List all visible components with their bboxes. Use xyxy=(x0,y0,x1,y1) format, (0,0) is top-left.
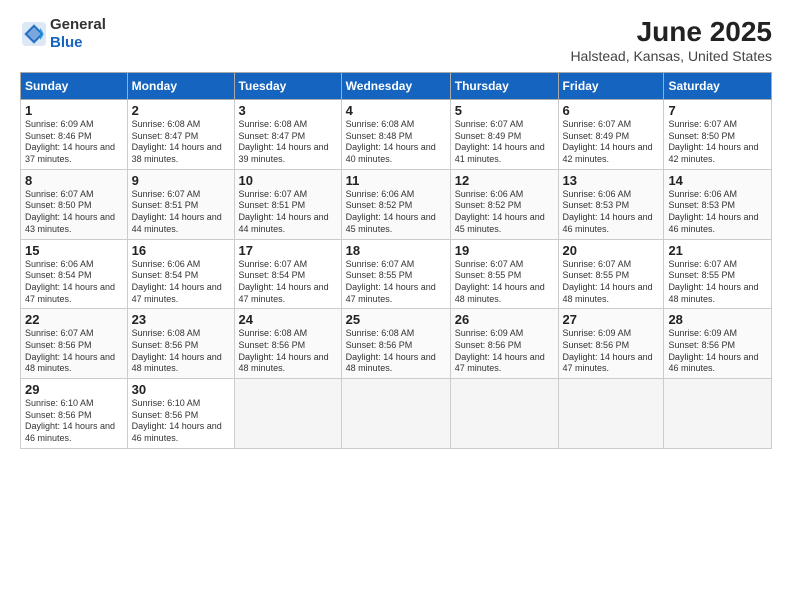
table-row: 8Sunrise: 6:07 AMSunset: 8:50 PMDaylight… xyxy=(21,169,128,239)
table-row: 26Sunrise: 6:09 AMSunset: 8:56 PMDayligh… xyxy=(450,309,558,379)
month-title: June 2025 xyxy=(570,16,772,48)
table-row: 18Sunrise: 6:07 AMSunset: 8:55 PMDayligh… xyxy=(341,239,450,309)
table-row: 7Sunrise: 6:07 AMSunset: 8:50 PMDaylight… xyxy=(664,100,772,170)
table-row: 9Sunrise: 6:07 AMSunset: 8:51 PMDaylight… xyxy=(127,169,234,239)
table-row: 17Sunrise: 6:07 AMSunset: 8:54 PMDayligh… xyxy=(234,239,341,309)
table-row: 5Sunrise: 6:07 AMSunset: 8:49 PMDaylight… xyxy=(450,100,558,170)
location-title: Halstead, Kansas, United States xyxy=(570,48,772,64)
table-row: 1Sunrise: 6:09 AMSunset: 8:46 PMDaylight… xyxy=(21,100,128,170)
header-wednesday: Wednesday xyxy=(341,73,450,100)
table-row: 30Sunrise: 6:10 AMSunset: 8:56 PMDayligh… xyxy=(127,379,234,449)
table-row: 29Sunrise: 6:10 AMSunset: 8:56 PMDayligh… xyxy=(21,379,128,449)
logo: General Blue xyxy=(20,16,106,52)
table-row: 13Sunrise: 6:06 AMSunset: 8:53 PMDayligh… xyxy=(558,169,664,239)
calendar-week-row: 22Sunrise: 6:07 AMSunset: 8:56 PMDayligh… xyxy=(21,309,772,379)
table-row: 19Sunrise: 6:07 AMSunset: 8:55 PMDayligh… xyxy=(450,239,558,309)
table-row: 23Sunrise: 6:08 AMSunset: 8:56 PMDayligh… xyxy=(127,309,234,379)
title-area: June 2025 Halstead, Kansas, United State… xyxy=(570,16,772,64)
table-row xyxy=(234,379,341,449)
calendar-week-row: 8Sunrise: 6:07 AMSunset: 8:50 PMDaylight… xyxy=(21,169,772,239)
header: General Blue June 2025 Halstead, Kansas,… xyxy=(20,16,772,64)
calendar-week-row: 15Sunrise: 6:06 AMSunset: 8:54 PMDayligh… xyxy=(21,239,772,309)
header-tuesday: Tuesday xyxy=(234,73,341,100)
table-row: 3Sunrise: 6:08 AMSunset: 8:47 PMDaylight… xyxy=(234,100,341,170)
table-row: 12Sunrise: 6:06 AMSunset: 8:52 PMDayligh… xyxy=(450,169,558,239)
weekday-header-row: Sunday Monday Tuesday Wednesday Thursday… xyxy=(21,73,772,100)
table-row: 20Sunrise: 6:07 AMSunset: 8:55 PMDayligh… xyxy=(558,239,664,309)
header-friday: Friday xyxy=(558,73,664,100)
calendar-week-row: 1Sunrise: 6:09 AMSunset: 8:46 PMDaylight… xyxy=(21,100,772,170)
table-row: 2Sunrise: 6:08 AMSunset: 8:47 PMDaylight… xyxy=(127,100,234,170)
calendar-week-row: 29Sunrise: 6:10 AMSunset: 8:56 PMDayligh… xyxy=(21,379,772,449)
table-row: 21Sunrise: 6:07 AMSunset: 8:55 PMDayligh… xyxy=(664,239,772,309)
logo-text: General Blue xyxy=(50,16,106,52)
header-thursday: Thursday xyxy=(450,73,558,100)
table-row: 4Sunrise: 6:08 AMSunset: 8:48 PMDaylight… xyxy=(341,100,450,170)
table-row xyxy=(558,379,664,449)
logo-icon xyxy=(20,20,48,48)
header-saturday: Saturday xyxy=(664,73,772,100)
table-row: 28Sunrise: 6:09 AMSunset: 8:56 PMDayligh… xyxy=(664,309,772,379)
table-row: 14Sunrise: 6:06 AMSunset: 8:53 PMDayligh… xyxy=(664,169,772,239)
header-sunday: Sunday xyxy=(21,73,128,100)
page: General Blue June 2025 Halstead, Kansas,… xyxy=(0,0,792,612)
table-row: 22Sunrise: 6:07 AMSunset: 8:56 PMDayligh… xyxy=(21,309,128,379)
table-row xyxy=(664,379,772,449)
table-row: 15Sunrise: 6:06 AMSunset: 8:54 PMDayligh… xyxy=(21,239,128,309)
table-row: 27Sunrise: 6:09 AMSunset: 8:56 PMDayligh… xyxy=(558,309,664,379)
table-row: 11Sunrise: 6:06 AMSunset: 8:52 PMDayligh… xyxy=(341,169,450,239)
table-row: 24Sunrise: 6:08 AMSunset: 8:56 PMDayligh… xyxy=(234,309,341,379)
table-row: 16Sunrise: 6:06 AMSunset: 8:54 PMDayligh… xyxy=(127,239,234,309)
calendar-table: Sunday Monday Tuesday Wednesday Thursday… xyxy=(20,72,772,449)
table-row xyxy=(450,379,558,449)
header-monday: Monday xyxy=(127,73,234,100)
table-row xyxy=(341,379,450,449)
table-row: 10Sunrise: 6:07 AMSunset: 8:51 PMDayligh… xyxy=(234,169,341,239)
table-row: 6Sunrise: 6:07 AMSunset: 8:49 PMDaylight… xyxy=(558,100,664,170)
table-row: 25Sunrise: 6:08 AMSunset: 8:56 PMDayligh… xyxy=(341,309,450,379)
